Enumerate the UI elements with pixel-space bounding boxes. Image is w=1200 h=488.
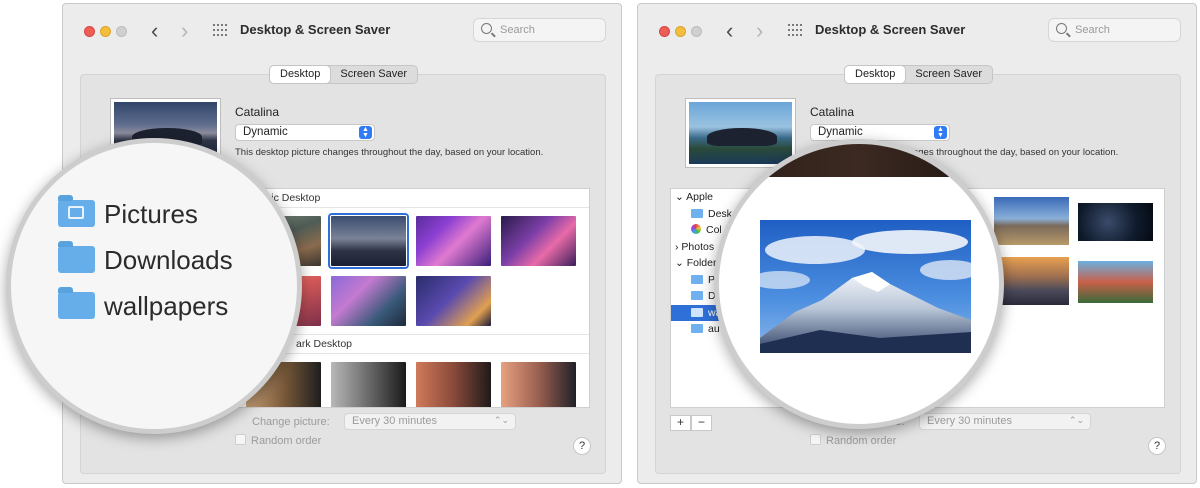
light-dark-thumbnails xyxy=(236,354,589,407)
magnifier-folders: Pictures Downloads wallpapers xyxy=(6,138,302,434)
disclosure-open-icon: ⌄ xyxy=(675,257,687,269)
search-placeholder: Search xyxy=(1075,24,1110,36)
close-button[interactable] xyxy=(84,26,95,37)
mountain-wallpaper-image xyxy=(760,220,971,353)
wallpaper-thumb[interactable] xyxy=(1078,203,1153,241)
forward-arrow-icon[interactable]: › xyxy=(181,18,188,44)
magnified-item-pictures: Pictures xyxy=(58,195,198,230)
random-order-row: Random order xyxy=(235,434,321,447)
picture-name: Catalina xyxy=(810,105,855,119)
search-icon xyxy=(481,23,492,34)
interval-value: Every 30 minutes xyxy=(352,415,437,427)
wallpaper-thumb[interactable] xyxy=(416,216,491,266)
window-title: Desktop & Screen Saver xyxy=(815,22,966,37)
folder-icon xyxy=(58,287,95,319)
close-button[interactable] xyxy=(659,26,670,37)
folder-icon xyxy=(691,307,703,317)
tab-control: Desktop Screen Saver xyxy=(269,65,419,84)
folder-icon xyxy=(691,291,703,300)
tab-desktop[interactable]: Desktop xyxy=(270,66,331,83)
magnified-thumbnail-strip xyxy=(719,144,999,177)
add-remove-buttons: + − xyxy=(670,413,712,483)
folder-icon xyxy=(691,324,703,333)
random-order-row: Random order xyxy=(810,434,896,447)
color-wheel-icon xyxy=(691,224,701,234)
tab-control: Desktop Screen Saver xyxy=(844,65,994,84)
search-icon xyxy=(1056,23,1067,34)
magnified-item-wallpapers: wallpapers xyxy=(58,287,228,322)
interval-value: Every 30 minutes xyxy=(927,415,1012,427)
folder-icon xyxy=(691,208,703,218)
popup-chevron-icon: ⌃⌄ xyxy=(1068,415,1084,425)
change-picture-interval-select: Every 30 minutes ⌃⌄ xyxy=(919,413,1091,430)
titlebar: ‹ › Desktop & Screen Saver Search xyxy=(63,4,621,56)
random-order-label: Random order xyxy=(826,435,897,447)
picture-name: Catalina xyxy=(235,105,280,119)
tab-screen-saver[interactable]: Screen Saver xyxy=(905,66,992,83)
help-button[interactable]: ? xyxy=(573,437,591,455)
forward-arrow-icon[interactable]: › xyxy=(756,18,763,44)
pictures-folder-icon xyxy=(58,195,95,227)
window-title: Desktop & Screen Saver xyxy=(240,22,391,37)
picture-mode-value: Dynamic xyxy=(243,126,288,138)
magnified-item-downloads: Downloads xyxy=(58,241,233,276)
wallpaper-thumb[interactable] xyxy=(416,276,491,326)
show-all-grid-icon[interactable] xyxy=(213,24,229,38)
remove-folder-button[interactable]: − xyxy=(691,414,712,431)
add-folder-button[interactable]: + xyxy=(670,414,691,431)
wallpaper-thumb[interactable] xyxy=(331,276,406,326)
change-picture-interval-select: Every 30 minutes ⌃⌄ xyxy=(344,413,516,430)
back-arrow-icon[interactable]: ‹ xyxy=(151,18,158,44)
picture-mode-select[interactable]: Dynamic ▲ ▼ xyxy=(235,124,375,141)
wallpaper-thumb[interactable] xyxy=(1078,261,1153,303)
folder-icon xyxy=(691,274,703,284)
wallpaper-thumb[interactable] xyxy=(994,257,1069,305)
popup-stepper-icon: ▲ ▼ xyxy=(934,126,947,139)
tab-screen-saver[interactable]: Screen Saver xyxy=(330,66,417,83)
picture-mode-select[interactable]: Dynamic ▲ ▼ xyxy=(810,124,950,141)
popup-stepper-icon: ▲ ▼ xyxy=(359,126,372,139)
wallpaper-thumb[interactable] xyxy=(994,197,1069,245)
zoom-button[interactable] xyxy=(116,26,127,37)
picture-description: This desktop picture changes throughout … xyxy=(235,147,544,158)
random-order-checkbox[interactable] xyxy=(235,434,246,445)
tab-desktop[interactable]: Desktop xyxy=(845,66,906,83)
zoom-button[interactable] xyxy=(691,26,702,37)
show-all-grid-icon[interactable] xyxy=(788,24,804,38)
magnifier-wallpaper xyxy=(714,139,1004,429)
section-dynamic-desktop: Dynamic Desktop xyxy=(236,189,589,208)
popup-chevron-icon: ⌃⌄ xyxy=(493,415,509,425)
picture-mode-value: Dynamic xyxy=(818,126,863,138)
composite-screenshot: ‹ › Desktop & Screen Saver Search Deskto… xyxy=(0,0,1200,488)
search-field[interactable]: Search xyxy=(473,18,606,42)
wallpaper-thumb[interactable] xyxy=(331,362,406,407)
wallpaper-thumb-selected[interactable] xyxy=(328,213,409,269)
change-picture-label: Change picture: xyxy=(252,416,330,428)
search-field[interactable]: Search xyxy=(1048,18,1181,42)
minimize-button[interactable] xyxy=(100,26,111,37)
random-order-label: Random order xyxy=(251,435,322,447)
back-arrow-icon[interactable]: ‹ xyxy=(726,18,733,44)
wallpaper-thumb[interactable] xyxy=(501,216,576,266)
help-button[interactable]: ? xyxy=(1148,437,1166,455)
disclosure-open-icon: ⌄ xyxy=(675,191,687,203)
random-order-checkbox[interactable] xyxy=(810,434,821,445)
folder-icon xyxy=(58,241,95,273)
wallpaper-thumb[interactable] xyxy=(416,362,491,407)
titlebar: ‹ › Desktop & Screen Saver Search xyxy=(638,4,1196,56)
search-placeholder: Search xyxy=(500,24,535,36)
minimize-button[interactable] xyxy=(675,26,686,37)
wallpaper-thumb[interactable] xyxy=(501,362,576,407)
